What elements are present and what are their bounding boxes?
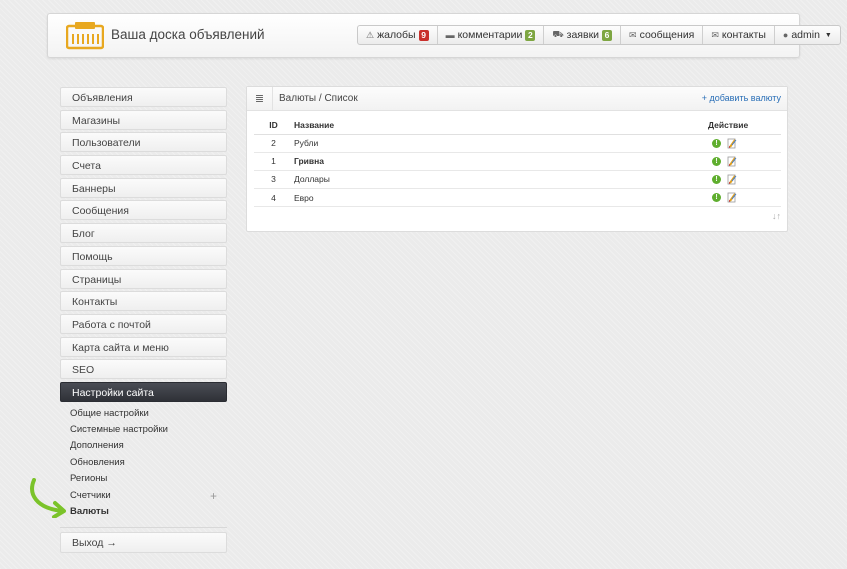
top-header: Ваша доска объявлений ⚠ жалобы 9 ▬ комме… <box>47 13 841 58</box>
sidebar-divider <box>60 527 227 528</box>
row-id: 3 <box>254 170 293 190</box>
site-title[interactable]: Ваша доска объявлений <box>111 27 265 42</box>
sidebar-item-blog[interactable]: Блог <box>60 223 227 244</box>
table-header-row: ID Название Действие <box>254 117 781 135</box>
sidebar-item-sitemap[interactable]: Карта сайта и меню <box>60 336 227 357</box>
requests-count-badge: 6 <box>602 29 613 41</box>
sidebar-item-help[interactable]: Помощь <box>60 245 227 266</box>
cart-icon: ⛟ <box>552 29 564 39</box>
edit-pencil-icon[interactable] <box>727 192 737 203</box>
messages-link[interactable]: ✉ сообщения <box>621 26 704 44</box>
complaints-count-badge: 9 <box>418 29 429 41</box>
row-name[interactable]: Доллары <box>293 170 705 190</box>
info-icon[interactable]: ! <box>712 156 721 166</box>
edit-pencil-icon[interactable] <box>727 156 737 167</box>
info-icon[interactable]: ! <box>712 138 721 148</box>
list-icon: ≣ <box>247 87 273 110</box>
contacts-label: контакты <box>721 29 766 41</box>
messages-label: сообщения <box>639 29 695 41</box>
row-id: 2 <box>254 134 293 153</box>
requests-label: заявки <box>566 29 600 41</box>
currencies-table: ID Название Действие 2 Рубли ! 1 Гривна <box>254 117 781 208</box>
edit-pencil-icon[interactable] <box>727 174 737 185</box>
admin-label: admin <box>791 29 820 41</box>
row-name[interactable]: Гривна <box>293 152 705 171</box>
sidebar-item-messages[interactable]: Сообщения <box>60 200 227 221</box>
submenu-regions[interactable]: Регионы <box>60 471 227 487</box>
row-name[interactable]: Евро <box>293 188 705 208</box>
panel-header: ≣ Валюты / Список + добавить валюту <box>247 87 787 111</box>
contacts-link[interactable]: ✉ контакты <box>703 26 775 44</box>
table-row: 2 Рубли ! <box>254 134 781 153</box>
submenu-counters[interactable]: Счетчики + <box>60 488 227 504</box>
comment-icon: ▬ <box>445 30 455 40</box>
add-currency-link[interactable]: + добавить валюту <box>702 93 781 103</box>
sort-arrows-icon[interactable]: ↓↑ <box>772 211 781 221</box>
envelope-icon: ✉ <box>711 29 719 40</box>
comments-count-badge: 2 <box>525 29 536 41</box>
row-name[interactable]: Рубли <box>293 134 705 153</box>
sidebar-item-pages[interactable]: Страницы <box>60 268 227 289</box>
logo-icon <box>66 22 104 50</box>
edit-pencil-icon[interactable] <box>727 138 737 149</box>
comments-label: комментарии <box>457 29 523 41</box>
submenu-general-settings[interactable]: Общие настройки <box>60 406 227 422</box>
info-icon[interactable]: ! <box>712 174 721 184</box>
column-header-id[interactable]: ID <box>254 117 293 135</box>
warning-icon: ⚠ <box>366 29 375 40</box>
submenu-currencies[interactable]: Валюты <box>60 504 227 520</box>
table-row: 4 Евро ! <box>254 188 781 208</box>
table-row: 3 Доллары ! <box>254 170 781 190</box>
logout-button[interactable]: Выход → <box>60 532 227 553</box>
sidebar-item-ads[interactable]: Объявления <box>60 87 227 107</box>
sidebar-item-shops[interactable]: Магазины <box>60 109 227 130</box>
sidebar-item-users[interactable]: Пользователи <box>60 132 227 153</box>
submenu-system-settings[interactable]: Системные настройки <box>60 422 227 438</box>
page-title: Валюты / Список <box>279 93 358 104</box>
settings-submenu: Общие настройки Системные настройки Допо… <box>60 405 227 521</box>
complaints-label: жалобы <box>377 29 416 41</box>
top-nav: ⚠ жалобы 9 ▬ комментарии 2 ⛟ заявки 6 ✉ … <box>357 25 841 45</box>
caret-down-icon: ▼ <box>824 31 832 39</box>
column-header-name[interactable]: Название <box>293 117 705 135</box>
comments-link[interactable]: ▬ комментарии 2 <box>438 26 545 44</box>
sidebar-item-settings[interactable]: Настройки сайта <box>60 381 227 402</box>
currencies-panel: ≣ Валюты / Список + добавить валюту ID Н… <box>246 86 788 232</box>
sidebar-item-seo[interactable]: SEO <box>60 359 227 380</box>
sidebar-item-mail[interactable]: Работа с почтой <box>60 313 227 334</box>
submenu-updates[interactable]: Обновления <box>60 455 227 471</box>
table-row: 1 Гривна ! <box>254 152 781 171</box>
admin-dropdown[interactable]: ● admin ▼ <box>775 26 840 44</box>
envelope-icon: ✉ <box>629 29 637 40</box>
curved-arrow-icon <box>30 478 66 518</box>
sidebar-item-contacts[interactable]: Контакты <box>60 291 227 312</box>
sidebar: Объявления Магазины Пользователи Счета Б… <box>60 87 227 520</box>
sidebar-item-bills[interactable]: Счета <box>60 155 227 176</box>
user-icon: ● <box>782 30 789 40</box>
sidebar-item-banners[interactable]: Баннеры <box>60 177 227 198</box>
row-id: 1 <box>254 152 293 171</box>
column-header-action: Действие <box>705 117 781 135</box>
row-id: 4 <box>254 188 293 208</box>
submenu-extensions[interactable]: Дополнения <box>60 438 227 454</box>
submenu-counters-label: Счетчики <box>70 489 111 501</box>
plus-icon[interactable]: + <box>210 488 217 504</box>
info-icon[interactable]: ! <box>712 193 721 203</box>
requests-link[interactable]: ⛟ заявки 6 <box>544 26 622 44</box>
complaints-link[interactable]: ⚠ жалобы 9 <box>358 26 438 44</box>
